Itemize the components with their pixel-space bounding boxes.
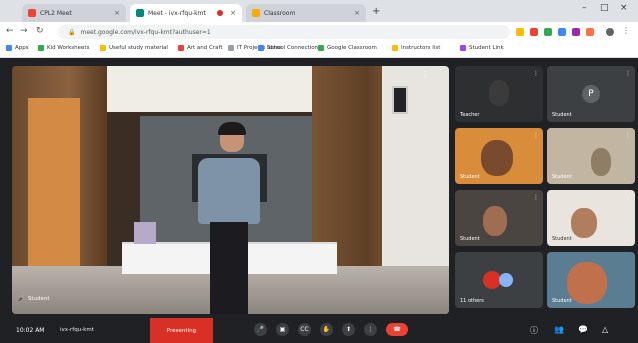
participant-tile[interactable]: ⋮ Teacher: [455, 66, 543, 122]
presenter-figure: [198, 158, 260, 224]
participant-avatar: P: [582, 85, 600, 103]
bookmark-item[interactable]: Student Link: [460, 45, 504, 51]
more-options-icon: ⋮: [533, 132, 539, 139]
mic-icon: 🎤: [18, 296, 25, 302]
reload-icon[interactable]: ↻: [36, 26, 44, 36]
more-options-icon: ⋮: [533, 194, 539, 201]
participant-video: [489, 80, 509, 106]
bookmark-icon: [38, 45, 44, 51]
bookmark-item[interactable]: Kid Worksheets: [38, 45, 89, 51]
participant-tile[interactable]: 11 others: [455, 252, 543, 308]
participant-avatar: [499, 273, 514, 287]
close-window-icon[interactable]: ×: [620, 3, 628, 13]
bookmark-item[interactable]: Google Classroom: [318, 45, 377, 51]
url-text: meet.google.com/ivx-rfqu-kmt?authuser=1: [80, 28, 211, 36]
participant-tile[interactable]: ⋮ Student: [455, 128, 543, 184]
close-tab-icon[interactable]: ×: [230, 9, 236, 17]
tab-favicon-icon: [28, 9, 36, 17]
participant-video: [591, 148, 611, 176]
camera-icon[interactable]: ▣: [276, 323, 289, 336]
bookmark-icon: [392, 45, 398, 51]
bookmark-item[interactable]: Instructors list: [392, 45, 440, 51]
video-background: [392, 86, 408, 114]
meeting-control-bar: [0, 316, 638, 343]
close-tab-icon[interactable]: ×: [354, 9, 360, 17]
back-icon[interactable]: ←: [6, 26, 14, 36]
extension-icon[interactable]: [558, 28, 566, 36]
more-icon[interactable]: ⋮: [364, 323, 377, 336]
tab-title: CPL2 Meet: [40, 9, 72, 17]
profile-avatar[interactable]: [606, 28, 614, 36]
bookmark-item[interactable]: Art and Craft: [178, 45, 223, 51]
tile-options-icon[interactable]: ⋮: [422, 70, 429, 78]
tab-title: Meet - ivx-rfqu-kmt: [148, 9, 206, 17]
participant-video: [571, 208, 597, 238]
video-background: [134, 222, 156, 244]
extension-icon[interactable]: [586, 28, 594, 36]
video-background: [107, 66, 312, 112]
recording-dot-icon: [217, 10, 224, 16]
more-options-icon: ⋮: [625, 70, 631, 77]
extension-icon[interactable]: [530, 28, 538, 36]
activities-icon[interactable]: △: [602, 325, 608, 334]
browser-menu-icon[interactable]: ⋮: [622, 26, 630, 35]
people-icon[interactable]: 👥: [554, 325, 564, 334]
participant-tile[interactable]: Student: [547, 252, 635, 308]
chat-icon[interactable]: 💬: [578, 325, 588, 334]
forward-icon[interactable]: →: [20, 26, 28, 36]
extension-icon[interactable]: [544, 28, 552, 36]
participant-video: [481, 140, 513, 176]
bookmark-icon: [100, 45, 106, 51]
new-tab-button[interactable]: +: [372, 6, 380, 17]
hand-icon[interactable]: ✋: [320, 323, 333, 336]
participant-tile[interactable]: P ⋮ Student: [547, 66, 635, 122]
bookmark-icon: [178, 45, 184, 51]
captions-icon[interactable]: CC: [298, 323, 311, 336]
main-speaker-label: 🎤 Student: [18, 296, 50, 302]
bookmark-item[interactable]: Apps: [6, 45, 29, 51]
more-options-icon: ⋮: [625, 132, 631, 139]
mic-muted-icon: ⋮: [533, 70, 539, 77]
meeting-code: ivx-rfqu-kmt: [60, 327, 94, 333]
present-icon[interactable]: ⬆: [342, 323, 355, 336]
meeting-time: 10:02 AM: [16, 327, 45, 334]
bookmark-item[interactable]: Useful study material: [100, 45, 168, 51]
tab-favicon-icon: [252, 9, 260, 17]
close-tab-icon[interactable]: ×: [114, 9, 120, 17]
participant-tile[interactable]: ⋮ Student: [455, 190, 543, 246]
bookmark-icon: [258, 45, 264, 51]
participant-tile[interactable]: ⋮ Student: [547, 190, 635, 246]
bookmark-icon: [460, 45, 466, 51]
info-icon[interactable]: ⓘ: [530, 325, 538, 336]
maximize-icon[interactable]: □: [600, 3, 609, 13]
tab-favicon-icon: [136, 9, 144, 17]
mic-icon[interactable]: 🎤: [254, 323, 267, 336]
browser-tab[interactable]: Classroom ×: [246, 4, 366, 22]
participant-tile[interactable]: ⋮ Student: [547, 128, 635, 184]
participant-video: [483, 206, 507, 236]
end-call-button[interactable]: ☎: [386, 323, 408, 336]
browser-tab-active[interactable]: Meet - ivx-rfqu-kmt ×: [130, 4, 242, 22]
apps-icon: [6, 45, 12, 51]
lock-icon: 🔒: [68, 28, 76, 36]
extension-icon[interactable]: [572, 28, 580, 36]
participant-video: [567, 262, 607, 304]
more-options-icon: ⋮: [625, 194, 631, 201]
bookmark-item[interactable]: School Connection: [258, 45, 318, 51]
minimize-icon[interactable]: –: [582, 3, 587, 13]
video-background: [28, 98, 80, 288]
main-video-tile[interactable]: [12, 66, 449, 314]
bookmark-icon: [318, 45, 324, 51]
url-input[interactable]: 🔒 meet.google.com/ivx-rfqu-kmt?authuser=…: [58, 25, 510, 39]
bookmark-icon: [228, 45, 234, 51]
tab-title: Classroom: [264, 9, 296, 17]
presenting-banner[interactable]: Presenting: [150, 318, 213, 343]
browser-tab-bar: CPL2 Meet × Meet - ivx-rfqu-kmt × Classr…: [0, 0, 638, 22]
presenter-figure: [210, 222, 248, 314]
presenter-figure: [218, 122, 246, 135]
browser-tab[interactable]: CPL2 Meet ×: [22, 4, 126, 22]
extension-icon[interactable]: [516, 28, 524, 36]
